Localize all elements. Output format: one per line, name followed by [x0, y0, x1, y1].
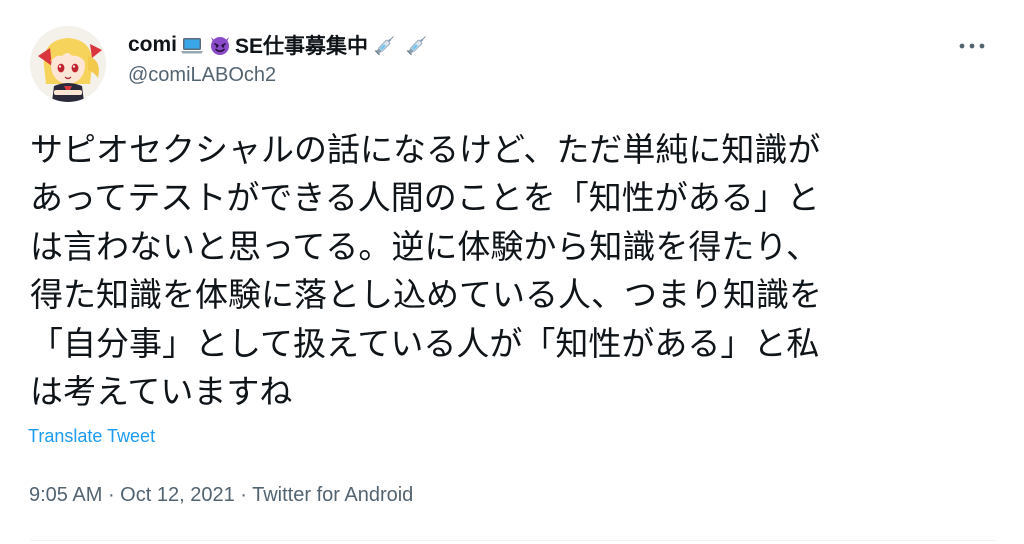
tweet-text-line: 得た知識を体験に落とし込めている人、つまり知識を [30, 276, 822, 314]
meta-separator: · [102, 484, 121, 506]
syringe-icon [404, 32, 430, 58]
laptop-icon [179, 32, 205, 58]
avatar-illustration [30, 26, 106, 102]
tweet-card: comi SE仕事募集中 @comiLABOch2 サピオセクシャルの話になるけ… [0, 0, 1024, 544]
avatar[interactable] [30, 26, 106, 102]
tweet-text-line: 「自分事」として扱えている人が「知性がある」と私 [30, 324, 820, 362]
tweet-text-line: あってテストができる人間のことを「知性がある」と [30, 179, 820, 217]
author-name-suffix[interactable]: SE仕事募集中 [235, 30, 368, 60]
tweet-text: サピオセクシャルの話になるけど、ただ単純に知識が あってテストができる人間のこと… [30, 126, 996, 416]
meta-separator: · [234, 484, 253, 506]
tweet-text-line: は考えていますね [30, 373, 293, 411]
tweet-time[interactable]: 9:05 AM [29, 484, 102, 506]
author-name[interactable]: comi [128, 33, 177, 57]
author-handle[interactable]: @comiLABOch2 [128, 64, 276, 87]
more-dots-icon [959, 43, 985, 49]
syringe-icon [372, 32, 398, 58]
tweet-text-line: サピオセクシャルの話になるけど、ただ単純に知識が [30, 131, 821, 168]
tweet-meta: 9:05 AM · Oct 12, 2021 · Twitter for And… [29, 484, 413, 507]
more-options-button[interactable] [952, 36, 992, 56]
tweet-date[interactable]: Oct 12, 2021 [120, 484, 235, 506]
smiling-devil-icon [207, 32, 233, 58]
tweet-source[interactable]: Twitter for Android [252, 484, 413, 506]
divider [30, 540, 996, 541]
author-name-row[interactable]: comi SE仕事募集中 [128, 30, 430, 60]
translate-tweet-link[interactable]: Translate Tweet [28, 426, 155, 447]
tweet-text-line: は言わないと思ってる。逆に体験から知識を得たり、 [30, 227, 820, 265]
